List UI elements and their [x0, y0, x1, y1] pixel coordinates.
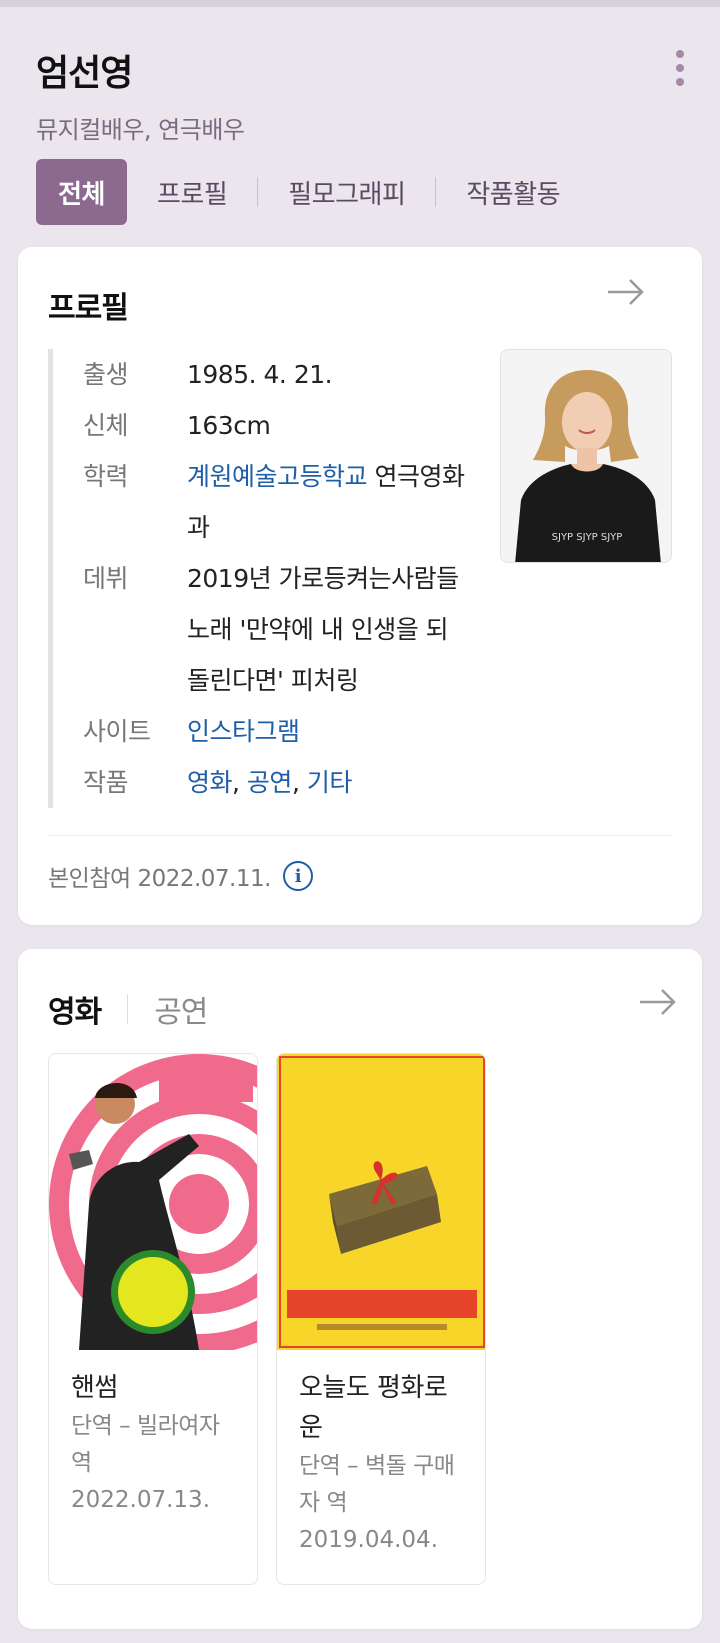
tab-divider — [435, 177, 437, 207]
page-subtitle: 뮤지컬배우, 연극배우 — [36, 116, 245, 144]
works-link-stage[interactable]: 공연 — [247, 768, 293, 797]
row-label: 신체 — [83, 411, 129, 440]
arrow-right-icon[interactable] — [606, 277, 646, 307]
movie-card[interactable]: 핸썸 단역 – 빌라여자 역 2022.07.13. — [48, 1053, 258, 1585]
row-value: 계원예술고등학교 연극영화과 — [187, 451, 467, 553]
svg-text:SJYP SJYP SJYP: SJYP SJYP SJYP — [552, 532, 623, 543]
profile-card: 프로필 출생 1985. 4. 21. 신체 163cm 학력 계원예술고등학교… — [18, 247, 702, 925]
card-divider — [48, 835, 672, 836]
works-link-movie[interactable]: 영화 — [187, 768, 233, 797]
movie-role: 단역 – 빌라여자 역 — [71, 1413, 220, 1476]
row-value: 1985. 4. 21. — [187, 360, 333, 389]
info-icon[interactable]: i — [282, 861, 313, 891]
owner-note: 본인참여 2022.07.11. i — [48, 859, 313, 893]
tab-bar: 전체 프로필 필모그래피 작품활동 — [36, 159, 561, 225]
more-vertical-icon[interactable] — [668, 46, 692, 90]
row-value: 2019년 가로등켜는사람들 노래 '만약에 내 인생을 되돌린다면' 피처링 — [187, 564, 459, 695]
movie-role: 단역 – 벽돌 구매자 역 — [299, 1453, 455, 1516]
tab-profile[interactable]: 프로필 — [157, 174, 228, 211]
tab-divider — [257, 177, 259, 207]
row-label: 학력 — [83, 462, 129, 491]
profile-row-site: 사이트 인스타그램 — [83, 706, 488, 757]
movie-poster[interactable] — [49, 1054, 257, 1350]
filmography-card: 영화 공연 핸썸 단역 – 빌라여자 역 2022.07.13. 오늘도 평화로… — [18, 949, 702, 1629]
works-link-etc[interactable]: 기타 — [307, 768, 353, 797]
tab-filmography[interactable]: 필모그래피 — [288, 174, 406, 211]
profile-row-education: 학력 계원예술고등학교 연극영화과 — [83, 451, 488, 553]
row-label: 작품 — [83, 768, 129, 797]
movie-card[interactable]: 오늘도 평화로운 단역 – 벽돌 구매자 역 2019.04.04. — [276, 1053, 486, 1585]
tab-stage[interactable]: 공연 — [154, 987, 208, 1031]
profile-photo[interactable]: SJYP SJYP SJYP — [500, 349, 672, 563]
profile-row-debut: 데뷔 2019년 가로등켜는사람들 노래 '만약에 내 인생을 되돌린다면' 피… — [83, 553, 488, 706]
movie-title[interactable]: 핸썸 — [71, 1368, 241, 1408]
works-separator: , — [232, 768, 247, 797]
page-header: 엄선영 뮤지컬배우, 연극배우 전체 프로필 필모그래피 작품활동 — [0, 0, 720, 240]
movie-date: 2022.07.13. — [71, 1487, 210, 1513]
owner-note-text: 본인참여 2022.07.11. — [48, 866, 271, 892]
instagram-link[interactable]: 인스타그램 — [187, 717, 300, 746]
movie-date: 2019.04.04. — [299, 1527, 438, 1553]
row-label: 사이트 — [83, 717, 151, 746]
row-value: 163cm — [187, 411, 271, 440]
tab-movies[interactable]: 영화 — [48, 987, 102, 1031]
row-label: 출생 — [83, 360, 129, 389]
profile-row-body: 신체 163cm — [83, 400, 488, 451]
movie-meta: 단역 – 빌라여자 역 2022.07.13. — [71, 1408, 241, 1519]
works-separator: , — [291, 768, 307, 797]
tab-all[interactable]: 전체 — [36, 159, 127, 225]
filmography-tabs: 영화 공연 — [48, 987, 208, 1031]
profile-card-title: 프로필 — [48, 291, 129, 326]
profile-row-birth: 출생 1985. 4. 21. — [83, 349, 488, 400]
profile-row-works: 작품 영화, 공연, 기타 — [83, 757, 488, 808]
row-label: 데뷔 — [83, 564, 129, 593]
row-value: 인스타그램 — [187, 706, 467, 757]
tab-divider — [127, 994, 129, 1024]
profile-info-list: 출생 1985. 4. 21. 신체 163cm 학력 계원예술고등학교 연극영… — [48, 349, 488, 808]
school-link[interactable]: 계원예술고등학교 — [187, 462, 368, 491]
arrow-right-icon[interactable] — [638, 987, 678, 1017]
page-title: 엄선영 — [36, 53, 133, 94]
row-value: 영화, 공연, 기타 — [187, 757, 467, 808]
movie-poster[interactable] — [277, 1054, 485, 1350]
movie-title[interactable]: 오늘도 평화로운 — [299, 1368, 469, 1448]
movie-meta: 단역 – 벽돌 구매자 역 2019.04.04. — [299, 1448, 469, 1559]
tab-activities[interactable]: 작품활동 — [466, 174, 560, 211]
